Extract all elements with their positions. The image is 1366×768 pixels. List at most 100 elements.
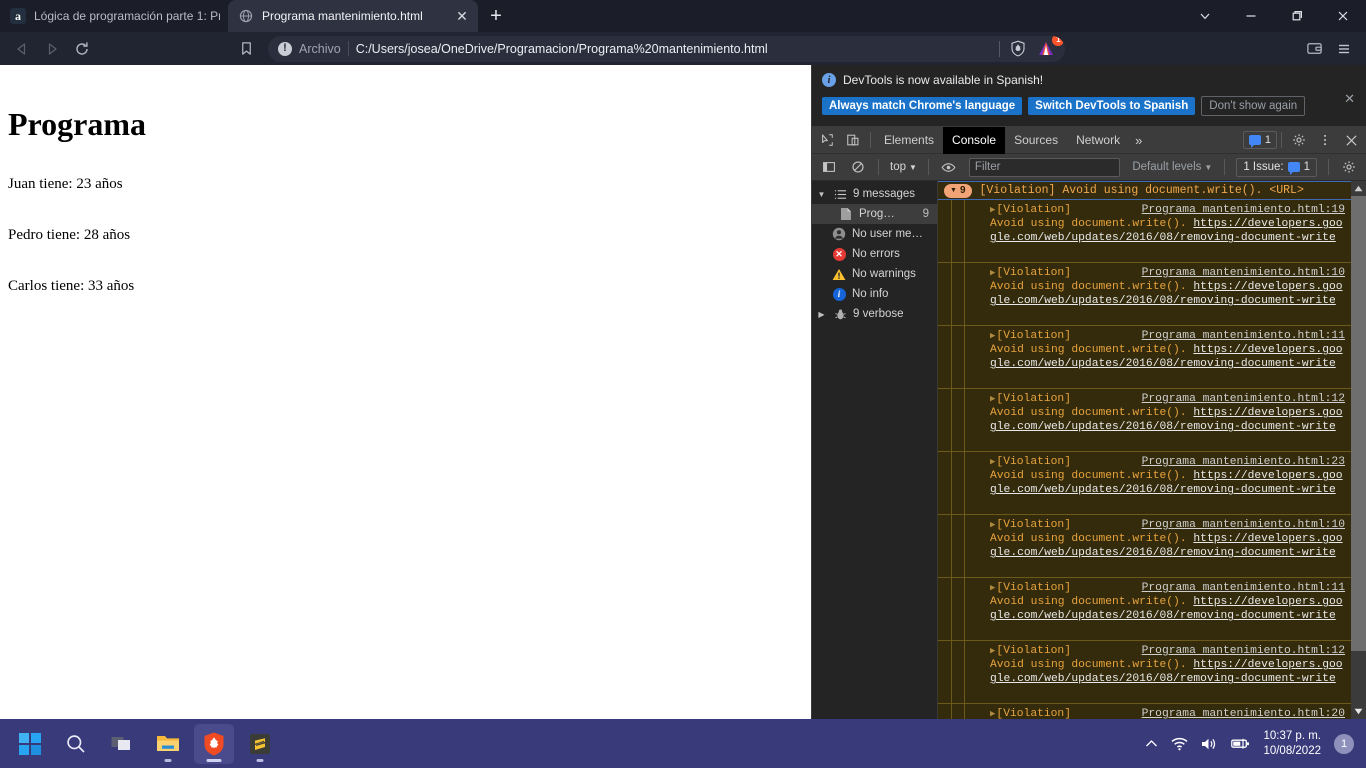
browser-tab-0[interactable]: a Lógica de programación parte 1: Prime	[0, 0, 228, 32]
expand-arrow-icon[interactable]: ▶	[990, 707, 995, 719]
console-message-source[interactable]: Programa mantenimiento.html:20	[1142, 707, 1345, 719]
console-message-row[interactable]: ▶ [Violation] Programa mantenimiento.html:…	[938, 704, 1351, 719]
console-message-text: Avoid using document.write(). https://de…	[990, 218, 1343, 245]
scroll-down-icon[interactable]	[1351, 704, 1366, 719]
live-expression-icon[interactable]	[936, 155, 962, 179]
notification-badge[interactable]: 1	[1334, 733, 1354, 754]
brave-lion-icon[interactable]: 1	[1033, 35, 1065, 60]
console-settings-gear-icon[interactable]	[1336, 155, 1362, 179]
inspect-cursor-icon[interactable]	[814, 128, 840, 152]
message-count-badge[interactable]: 1	[1242, 131, 1277, 149]
console-group-header[interactable]: ▼ 9 [Violation] Avoid using document.wri…	[938, 181, 1351, 200]
start-button[interactable]	[10, 724, 50, 764]
console-message-source[interactable]: Programa mantenimiento.html:23	[1142, 455, 1345, 469]
console-message-row[interactable]: ▶ [Violation] Programa mantenimiento.html:…	[938, 326, 1351, 389]
console-message-source[interactable]: Programa mantenimiento.html:11	[1142, 581, 1345, 595]
maximize-icon[interactable]	[1274, 0, 1320, 32]
console-message-row[interactable]: ▶ [Violation] Programa mantenimiento.html:…	[938, 200, 1351, 263]
search-button[interactable]	[56, 724, 96, 764]
console-message-row[interactable]: ▶ [Violation] Programa mantenimiento.html:…	[938, 389, 1351, 452]
site-info-icon[interactable]: !	[278, 41, 292, 56]
browser-tab-title: Programa mantenimiento.html	[262, 9, 423, 23]
expand-arrow-icon[interactable]: ▶	[990, 455, 995, 469]
always-match-language-button[interactable]: Always match Chrome's language	[822, 97, 1023, 115]
address-bar[interactable]: ! Archivo C:/Users/josea/OneDrive/Progra…	[268, 35, 1066, 62]
group-count-badge[interactable]: ▼ 9	[944, 183, 972, 198]
system-tray: 10:37 p. m. 10/08/2022 1	[1145, 729, 1354, 759]
sidebar-item-verbose[interactable]: ▶ 9 verbose	[812, 304, 937, 324]
close-devtools-icon[interactable]	[1338, 128, 1364, 152]
kebab-menu-icon[interactable]	[1312, 128, 1338, 152]
console-message-row[interactable]: ▶ [Violation] Programa mantenimiento.html:…	[938, 641, 1351, 704]
reload-icon[interactable]	[68, 36, 96, 62]
forward-icon[interactable]	[38, 36, 66, 62]
close-icon[interactable]: ✕	[454, 8, 470, 24]
chevron-up-icon[interactable]	[1145, 739, 1158, 749]
scrollbar-thumb[interactable]	[1351, 196, 1366, 651]
console-message-source[interactable]: Programa mantenimiento.html:12	[1142, 392, 1345, 406]
gear-icon[interactable]	[1286, 128, 1312, 152]
new-tab-button[interactable]: +	[478, 0, 514, 32]
switch-devtools-language-button[interactable]: Switch DevTools to Spanish	[1028, 97, 1196, 115]
execution-context-selector[interactable]: top ▼	[886, 161, 921, 173]
console-message-row[interactable]: ▶ [Violation] Programa mantenimiento.html:…	[938, 578, 1351, 641]
console-filter-input[interactable]: Filter	[968, 157, 1121, 177]
taskbar-clock[interactable]: 10:37 p. m. 10/08/2022	[1263, 729, 1321, 759]
issues-badge[interactable]: 1 Issue: 1	[1236, 157, 1317, 177]
bookmark-icon[interactable]	[232, 36, 260, 62]
expand-arrow-icon[interactable]: ▶	[990, 644, 995, 658]
console-message-row[interactable]: ▶ [Violation] Programa mantenimiento.html:…	[938, 263, 1351, 326]
hamburger-menu-icon[interactable]	[1330, 36, 1358, 62]
console-gutter-line	[964, 326, 965, 388]
sidebar-item-messages[interactable]: ▼ 9 messages	[812, 184, 937, 204]
console-message-source[interactable]: Programa mantenimiento.html:10	[1142, 266, 1345, 280]
console-message-row[interactable]: ▶ [Violation] Programa mantenimiento.html:…	[938, 452, 1351, 515]
minimize-icon[interactable]	[1228, 0, 1274, 32]
close-window-icon[interactable]	[1320, 0, 1366, 32]
chevron-right-icon[interactable]: ▶	[816, 310, 827, 319]
expand-arrow-icon[interactable]: ▶	[990, 329, 995, 343]
expand-arrow-icon[interactable]: ▶	[990, 392, 995, 406]
expand-arrow-icon[interactable]: ▶	[990, 581, 995, 595]
tab-elements[interactable]: Elements	[875, 127, 943, 154]
battery-icon[interactable]	[1231, 737, 1250, 750]
close-icon[interactable]: ✕	[1344, 92, 1355, 105]
console-message-source[interactable]: Programa mantenimiento.html:19	[1142, 203, 1345, 217]
scroll-up-icon[interactable]	[1351, 181, 1366, 196]
tab-sources[interactable]: Sources	[1005, 127, 1067, 154]
wallet-icon[interactable]	[1300, 36, 1328, 62]
back-icon[interactable]	[8, 36, 36, 62]
sidebar-item-errors[interactable]: ✕ No errors	[812, 244, 937, 264]
tab-search-icon[interactable]	[1182, 0, 1228, 32]
console-message-row[interactable]: ▶ [Violation] Programa mantenimiento.html:…	[938, 515, 1351, 578]
console-message-source[interactable]: Programa mantenimiento.html:11	[1142, 329, 1345, 343]
sidebar-item-info[interactable]: i No info	[812, 284, 937, 304]
sidebar-item-user-messages[interactable]: No user me…	[812, 224, 937, 244]
volume-icon[interactable]	[1201, 737, 1218, 751]
log-levels-selector[interactable]: Default levels ▼	[1127, 161, 1217, 173]
brave-browser-button[interactable]	[194, 723, 234, 764]
message-count: 1	[1264, 134, 1271, 146]
sublime-text-button[interactable]	[240, 724, 280, 764]
clear-console-icon[interactable]	[845, 155, 871, 179]
console-scrollbar[interactable]	[1351, 181, 1366, 719]
device-toolbar-icon[interactable]	[840, 128, 866, 152]
sidebar-item-warnings[interactable]: No warnings	[812, 264, 937, 284]
expand-arrow-icon[interactable]: ▶	[990, 203, 995, 217]
tab-console[interactable]: Console	[943, 126, 1006, 154]
sidebar-item-file[interactable]: Prog… 9	[812, 204, 937, 224]
console-sidebar-icon[interactable]	[816, 155, 842, 179]
expand-arrow-icon[interactable]: ▶	[990, 518, 995, 532]
brave-shield-icon[interactable]	[1007, 39, 1029, 59]
tab-network[interactable]: Network	[1067, 127, 1129, 154]
chevron-down-icon[interactable]: ▼	[816, 190, 827, 199]
file-explorer-button[interactable]	[148, 724, 188, 764]
browser-tab-1[interactable]: Programa mantenimiento.html ✕	[228, 0, 478, 32]
console-message-source[interactable]: Programa mantenimiento.html:10	[1142, 518, 1345, 532]
expand-arrow-icon[interactable]: ▶	[990, 266, 995, 280]
wifi-icon[interactable]	[1171, 737, 1188, 751]
task-view-button[interactable]	[102, 724, 142, 764]
dont-show-again-button[interactable]: Don't show again	[1201, 96, 1306, 116]
more-tabs-icon[interactable]: »	[1129, 127, 1148, 154]
console-message-source[interactable]: Programa mantenimiento.html:12	[1142, 644, 1345, 658]
